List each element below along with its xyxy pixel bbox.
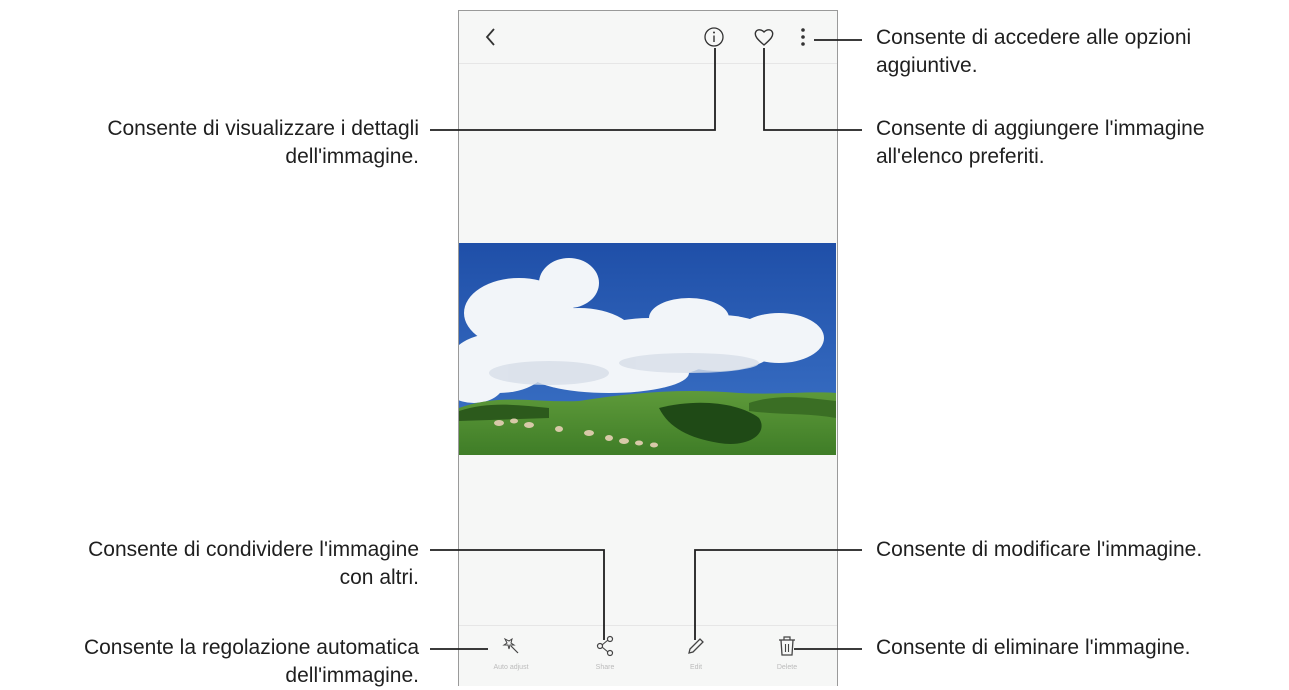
callout-details-line2: dell'immagine. xyxy=(285,145,419,168)
callout-delete-line1: Consente di eliminare l'immagine. xyxy=(876,636,1191,659)
callout-options-line1: Consente di accedere alle opzioni xyxy=(876,26,1192,49)
callout-share-line2: con altri. xyxy=(339,566,419,589)
callout-options-line2: aggiuntive. xyxy=(876,54,978,77)
callout-share-line1: Consente di condividere l'immagine xyxy=(88,538,419,561)
callout-details-line1: Consente di visualizzare i dettagli xyxy=(107,117,419,140)
share-label: Share xyxy=(595,664,615,671)
edit-label: Edit xyxy=(689,664,703,671)
callout-favourite: Consente di aggiungere l'immagine all'el… xyxy=(876,115,1205,171)
top-toolbar xyxy=(459,11,837,64)
magic-wand-icon[interactable] xyxy=(499,634,523,658)
trash-icon[interactable] xyxy=(775,634,799,658)
more-options-icon[interactable] xyxy=(795,25,811,49)
pencil-icon[interactable] xyxy=(684,634,708,658)
back-arrow-icon[interactable] xyxy=(479,23,503,51)
callout-options: Consente di accedere alle opzioni aggiun… xyxy=(876,24,1191,80)
delete-label: Delete xyxy=(776,664,798,671)
callout-share: Consente di condividere l'immagine con a… xyxy=(88,536,419,592)
callout-favourite-line1: Consente di aggiungere l'immagine xyxy=(876,117,1205,140)
callout-details: Consente di visualizzare i dettagli dell… xyxy=(107,115,419,171)
callout-auto-adjust: Consente la regolazione automatica dell'… xyxy=(84,634,419,690)
callout-favourite-line2: all'elenco preferiti. xyxy=(876,145,1045,168)
callout-auto-adjust-line1: Consente la regolazione automatica xyxy=(83,636,419,659)
share-icon[interactable] xyxy=(593,634,617,658)
callout-edit-line1: Consente di modificare l'immagine. xyxy=(876,538,1203,561)
phone-screen: Auto adjust Share Edit Delete xyxy=(458,10,838,686)
bottom-toolbar: Auto adjust Share Edit Delete xyxy=(459,625,837,688)
callout-auto-adjust-line2: dell'immagine. xyxy=(285,664,419,687)
heart-icon[interactable] xyxy=(752,25,776,49)
callout-delete: Consente di eliminare l'immagine. xyxy=(876,634,1191,662)
auto-adjust-label: Auto adjust xyxy=(493,664,529,671)
landscape-photo[interactable] xyxy=(459,243,836,455)
callout-edit: Consente di modificare l'immagine. xyxy=(876,536,1202,564)
info-icon[interactable] xyxy=(702,25,726,49)
